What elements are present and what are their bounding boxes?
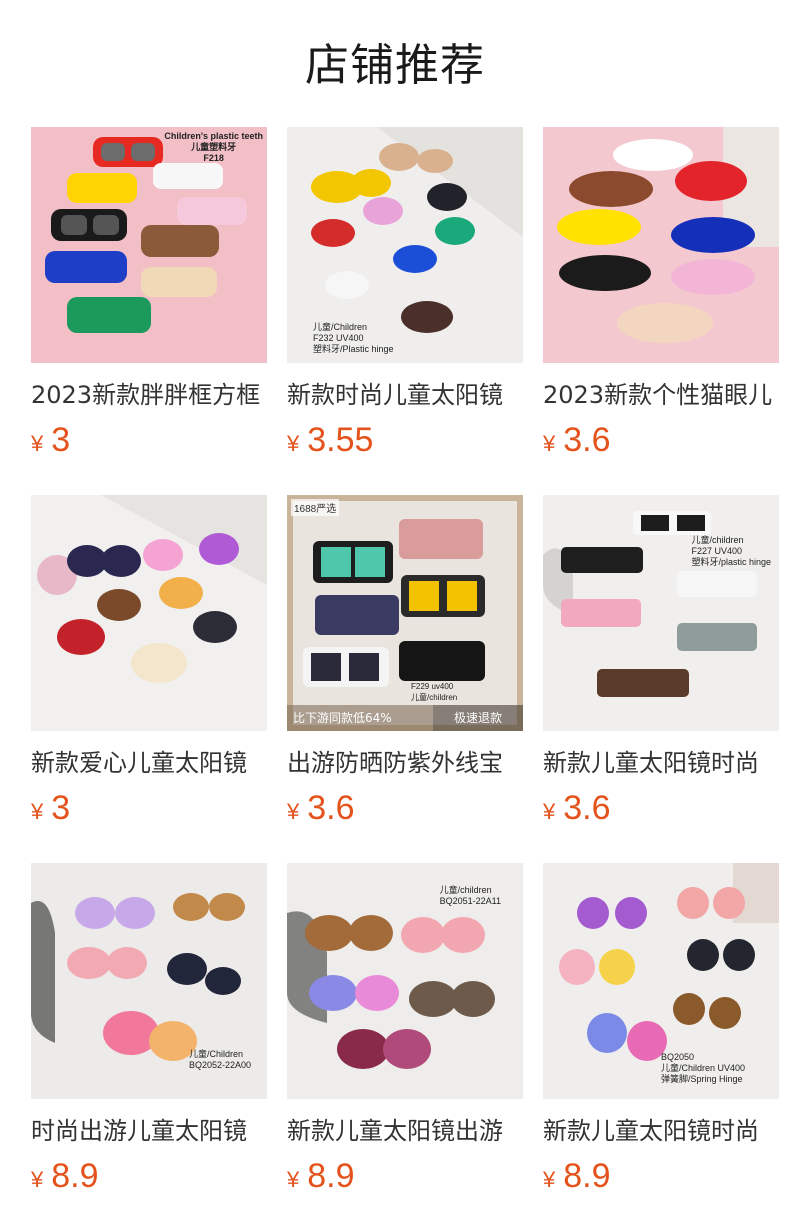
product-image[interactable]: BQ2050 儿童/Children UV400 弹簧脚/Spring Hing… [543,863,779,1099]
image-label-line: 儿童/Children UV400 [660,1063,745,1073]
price-value: 3.6 [563,789,611,827]
image-label-line: 弹簧脚/Spring Hinge [660,1074,743,1084]
image-label-line: BQ2051-22A11 [439,896,501,906]
currency-symbol: ¥ [543,799,556,824]
product-price: ¥ 8.9 [287,1157,523,1197]
fast-refund-banner: 极速退款 [433,705,523,731]
image-label-line: Children's plastic teeth [164,131,263,141]
image-label: 儿童/children BQ2051-22A11 [440,885,501,907]
product-card[interactable]: BQ2050 儿童/Children UV400 弹簧脚/Spring Hing… [543,863,779,1203]
product-image[interactable] [543,127,779,363]
store-recommendations-page: 店铺推荐 Children's plastic teeth 儿童塑料牙 F218… [0,0,790,1232]
price-value: 8.9 [51,1157,99,1195]
image-label: F229 uv400 儿童/children [411,681,457,703]
product-card[interactable]: 1688严选 F229 uv400 儿童/children 比下游同款低64% … [287,495,523,835]
currency-symbol: ¥ [543,1167,556,1192]
image-label-line: 塑料牙/plastic hinge [691,557,771,567]
currency-symbol: ¥ [287,431,300,456]
product-image[interactable] [31,495,267,731]
price-compare-banner: 比下游同款低64% [287,705,433,731]
product-name[interactable]: 新款爱心儿童太阳镜 [31,747,267,779]
product-price: ¥ 3.6 [543,421,779,461]
image-label-line: 儿童/Children [188,1049,243,1059]
sunglasses-photo [543,127,779,363]
currency-symbol: ¥ [31,1167,44,1192]
image-label: 儿童/Children F232 UV400 塑料牙/Plastic hinge [313,322,394,355]
product-price: ¥ 8.9 [31,1157,267,1197]
product-price: ¥ 3 [31,789,267,829]
image-label: Children's plastic teeth 儿童塑料牙 F218 [164,131,263,164]
product-name[interactable]: 新款儿童太阳镜时尚 [543,747,779,779]
price-value: 3 [51,789,71,827]
product-image[interactable]: 儿童/children F227 UV400 塑料牙/plastic hinge [543,495,779,731]
image-label: 儿童/children F227 UV400 塑料牙/plastic hinge [691,535,771,568]
image-label-line: F227 UV400 [691,546,742,556]
image-label-line: BQ2050 [660,1052,694,1062]
image-label-line: 塑料牙/Plastic hinge [313,344,394,354]
currency-symbol: ¥ [543,431,556,456]
image-label-line: 儿童/children [691,535,744,545]
product-name[interactable]: 2023新款胖胖框方框 [31,379,267,411]
product-card[interactable]: 儿童/children BQ2051-22A11 新款儿童太阳镜出游 ¥ 8.9 [287,863,523,1203]
product-name[interactable]: 新款儿童太阳镜时尚 [543,1115,779,1147]
product-price: ¥ 3.6 [287,789,523,829]
image-label-line: 儿童/children [411,693,458,702]
product-image[interactable]: Children's plastic teeth 儿童塑料牙 F218 [31,127,267,363]
product-card[interactable]: 儿童/children F227 UV400 塑料牙/plastic hinge… [543,495,779,835]
image-label-line: 儿童塑料牙 [191,142,237,152]
price-value: 8.9 [563,1157,611,1195]
product-image[interactable]: 儿童/Children F232 UV400 塑料牙/Plastic hinge [287,127,523,363]
product-image[interactable]: 1688严选 F229 uv400 儿童/children 比下游同款低64% … [287,495,523,731]
product-name[interactable]: 时尚出游儿童太阳镜 [31,1115,267,1147]
product-image[interactable]: 儿童/children BQ2051-22A11 [287,863,523,1099]
product-name[interactable]: 2023新款个性猫眼儿 [543,379,779,411]
sourcing-badge: 1688严选 [291,499,340,516]
sunglasses-photo [287,495,523,731]
currency-symbol: ¥ [31,799,44,824]
price-value: 3 [51,421,71,459]
product-name[interactable]: 新款时尚儿童太阳镜 [287,379,523,411]
price-value: 3.6 [307,789,355,827]
product-card[interactable]: 2023新款个性猫眼儿 ¥ 3.6 [543,127,779,467]
image-label-line: F232 UV400 [313,333,364,343]
image-label-line: 儿童/children [439,885,492,895]
image-label-line: 儿童/Children [313,322,368,332]
image-label-line: F229 uv400 [411,682,454,691]
image-label: BQ2050 儿童/Children UV400 弹簧脚/Spring Hing… [661,1052,745,1085]
image-label-line: F218 [203,153,224,163]
product-price: ¥ 8.9 [543,1157,779,1197]
price-value: 3.6 [563,421,611,459]
price-value: 3.55 [307,421,374,459]
product-card[interactable]: 新款爱心儿童太阳镜 ¥ 3 [31,495,267,835]
currency-symbol: ¥ [287,799,300,824]
currency-symbol: ¥ [287,1167,300,1192]
section-title: 店铺推荐 [305,40,485,91]
product-card[interactable]: Children's plastic teeth 儿童塑料牙 F218 2023… [31,127,267,467]
product-price: ¥ 3 [31,421,267,461]
product-price: ¥ 3.55 [287,421,523,461]
product-name[interactable]: 新款儿童太阳镜出游 [287,1115,523,1147]
product-name[interactable]: 出游防晒防紫外线宝 [287,747,523,779]
product-card[interactable]: 儿童/Children BQ2052-22A00 时尚出游儿童太阳镜 ¥ 8.9 [31,863,267,1203]
image-label-line: BQ2052-22A00 [188,1060,251,1070]
currency-symbol: ¥ [31,431,44,456]
product-card[interactable]: 儿童/Children F232 UV400 塑料牙/Plastic hinge… [287,127,523,467]
sunglasses-photo [543,495,779,731]
product-price: ¥ 3.6 [543,789,779,829]
price-value: 8.9 [307,1157,355,1195]
image-label: 儿童/Children BQ2052-22A00 [189,1049,251,1071]
sunglasses-photo [31,495,267,731]
product-image[interactable]: 儿童/Children BQ2052-22A00 [31,863,267,1099]
